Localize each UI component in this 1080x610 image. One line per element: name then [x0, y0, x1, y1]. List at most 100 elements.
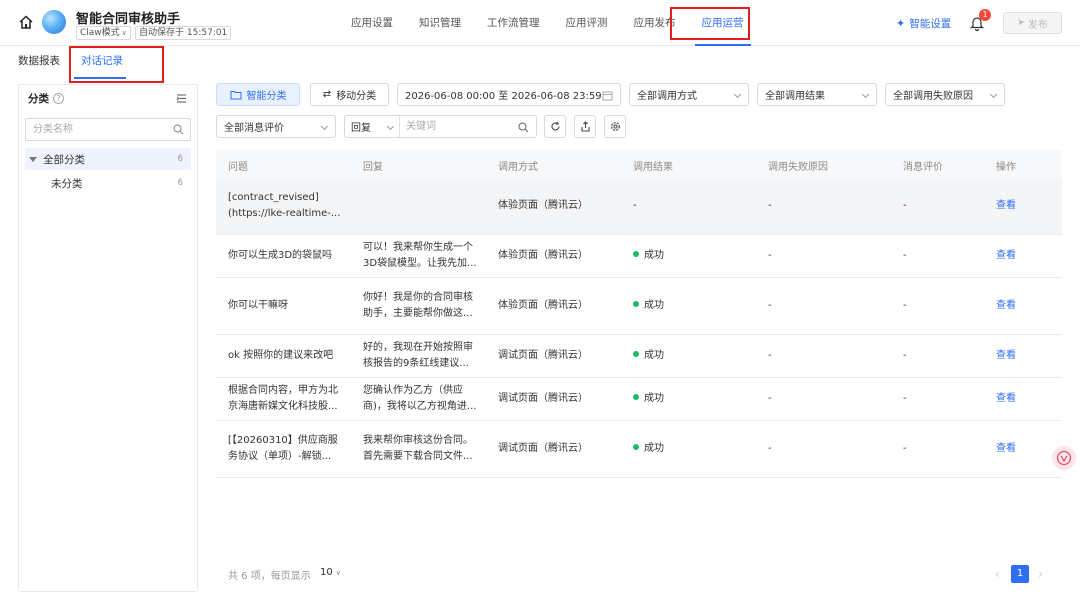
refresh-button[interactable]	[544, 115, 566, 138]
search-field-select[interactable]: 回复	[345, 116, 400, 137]
table-row[interactable]: [【20260310】供应商服 务协议（单项）-解锁... 我来帮你审核这份合同…	[216, 421, 1062, 478]
fail-reason-select[interactable]: 全部调用失败原因	[885, 83, 1005, 106]
mode-select[interactable]: Claw模式 ∨	[76, 26, 131, 40]
keyword-input[interactable]	[400, 116, 500, 137]
call-result-value: 全部调用结果	[765, 91, 825, 102]
view-link[interactable]: 查看	[996, 198, 1016, 214]
question-line: 京海唐新媒文化科技股...	[228, 401, 338, 412]
page-number-current[interactable]: 1	[1011, 565, 1029, 583]
tree-item-uncategorized[interactable]: 未分类 6	[25, 172, 191, 194]
view-link[interactable]: 查看	[996, 441, 1016, 457]
view-link[interactable]: 查看	[996, 248, 1016, 264]
answer-line: 你好！我是你的合同审核	[363, 292, 473, 303]
app-title: 智能合同审核助手	[76, 12, 181, 27]
smart-category-label: 智能分类	[246, 91, 287, 102]
column-header: 调用结果	[633, 162, 673, 173]
method-cell: 体验页面（腾讯云）	[498, 250, 588, 261]
active-tab-indicator	[74, 77, 126, 79]
message-rating-select[interactable]: 全部消息评价	[216, 115, 336, 138]
swap-icon: ⇄	[322, 89, 332, 100]
settings-button[interactable]	[604, 115, 626, 138]
search-icon[interactable]	[173, 124, 184, 135]
date-range-picker[interactable]: 2026-06-08 00:00 至 2026-06-08 23:59	[397, 83, 621, 106]
table-row[interactable]: 你可以生成3D的袋鼠吗 可以！我来帮你生成一个 3D袋鼠模型。让我先加... 体…	[216, 235, 1062, 278]
help-icon[interactable]: ?	[53, 93, 64, 104]
smart-category-button[interactable]: 智能分类	[216, 83, 300, 106]
tree-item-count: 6	[177, 178, 183, 188]
rating-cell: -	[903, 250, 907, 261]
success-dot	[633, 394, 639, 400]
search-icon[interactable]	[518, 122, 529, 133]
prev-page-icon[interactable]: ‹	[995, 567, 1000, 581]
table-row[interactable]: ok 按照你的建议来改吧 好的，我现在开始按照审 核报告的9条红线建议... 调…	[216, 335, 1062, 378]
chevron-down-icon	[320, 122, 329, 131]
move-category-button[interactable]: ⇄ 移动分类	[310, 83, 389, 106]
category-sidebar: 分类 ? 全部分类 6 未分类 6	[18, 84, 198, 592]
smart-settings-button[interactable]: ✦ 智能设置	[896, 16, 951, 31]
category-search	[25, 118, 191, 141]
result-cell: -	[633, 200, 637, 211]
question-line: [contract_revised]	[228, 192, 319, 203]
result-cell: 成功	[633, 348, 664, 364]
chevron-down-icon	[861, 90, 870, 99]
sparkle-icon: ✦	[896, 17, 906, 30]
method-cell: 调试页面（腾讯云）	[498, 350, 588, 361]
column-header: 消息评价	[903, 162, 943, 173]
success-dot	[633, 351, 639, 357]
answer-line: 3D袋鼠模型。让我先加...	[363, 258, 477, 269]
question-cell: 你可以生成3D的袋鼠吗	[228, 250, 333, 261]
result-cell: 成功	[633, 391, 664, 407]
method-cell: 调试页面（腾讯云）	[498, 393, 588, 404]
column-header: 问题	[228, 162, 248, 173]
category-search-input[interactable]	[26, 119, 166, 140]
result-label: 成功	[644, 250, 664, 261]
nav-evaluation[interactable]: 应用评测	[553, 0, 621, 46]
export-button[interactable]	[574, 115, 596, 138]
question-line: (https://lke-realtime-...	[228, 208, 341, 219]
nav-operations[interactable]: 应用运营	[689, 0, 757, 46]
nav-knowledge[interactable]: 知识管理	[406, 0, 474, 46]
answer-line: 您确认作为乙方（供应	[363, 385, 463, 396]
result-label: 成功	[644, 393, 664, 404]
table-row[interactable]: [contract_revised] (https://lke-realtime…	[216, 178, 1062, 235]
home-icon[interactable]	[18, 14, 34, 30]
collapse-icon[interactable]	[176, 93, 187, 104]
rating-cell: -	[903, 300, 907, 311]
chevron-down-icon	[733, 90, 742, 99]
result-label: 成功	[644, 300, 664, 311]
call-result-select[interactable]: 全部调用结果	[757, 83, 877, 106]
next-page-icon[interactable]: ›	[1038, 567, 1043, 581]
table-row[interactable]: 根据合同内容，甲方为北 京海唐新媒文化科技股... 您确认作为乙方（供应 商)，…	[216, 378, 1062, 421]
move-category-label: 移动分类	[336, 91, 377, 102]
nav-app-settings[interactable]: 应用设置	[338, 0, 406, 46]
tree-item-count: 6	[177, 154, 183, 164]
assistant-float-button[interactable]	[1052, 446, 1076, 470]
table-row[interactable]: 你可以干嘛呀 你好！我是你的合同审核 助手，主要能帮你做这... 体验页面（腾讯…	[216, 278, 1062, 335]
fail-reason-cell: -	[768, 200, 772, 211]
fail-reason-cell: -	[768, 393, 772, 404]
question-cell: 你可以干嘛呀	[228, 300, 288, 311]
method-cell: 调试页面（腾讯云）	[498, 443, 588, 454]
answer-line: 核报告的9条红线建议...	[363, 358, 469, 369]
answer-cell: 可以！我来帮你生成一个 3D袋鼠模型。让我先加...	[363, 240, 477, 272]
nav-workflow[interactable]: 工作流管理	[474, 0, 553, 46]
caret-down-icon[interactable]	[29, 156, 37, 162]
publish-button[interactable]: ➤ 发布	[1003, 12, 1062, 34]
call-method-select[interactable]: 全部调用方式	[629, 83, 749, 106]
view-link[interactable]: 查看	[996, 298, 1016, 314]
mode-label: Claw模式	[80, 28, 120, 38]
tab-data-report[interactable]: 数据报表	[18, 53, 60, 68]
answer-line: 助手，主要能帮你做这...	[363, 308, 473, 319]
tab-conversation-log[interactable]: 对话记录	[81, 53, 123, 68]
page-size-select[interactable]: 10 ∨	[320, 567, 341, 578]
view-link[interactable]: 查看	[996, 348, 1016, 364]
question-cell: [contract_revised] (https://lke-realtime…	[228, 190, 340, 222]
table-header: 问题 回复 调用方式 调用结果 调用失败原因 消息评价 操作	[216, 150, 1062, 178]
gear-icon	[610, 122, 620, 131]
nav-publish[interactable]: 应用发布	[621, 0, 689, 46]
question-line: 根据合同内容，甲方为北	[228, 385, 338, 396]
call-method-value: 全部调用方式	[637, 91, 697, 102]
view-link[interactable]: 查看	[996, 391, 1016, 407]
fail-reason-cell: -	[768, 350, 772, 361]
tree-item-all[interactable]: 全部分类 6	[25, 148, 191, 170]
